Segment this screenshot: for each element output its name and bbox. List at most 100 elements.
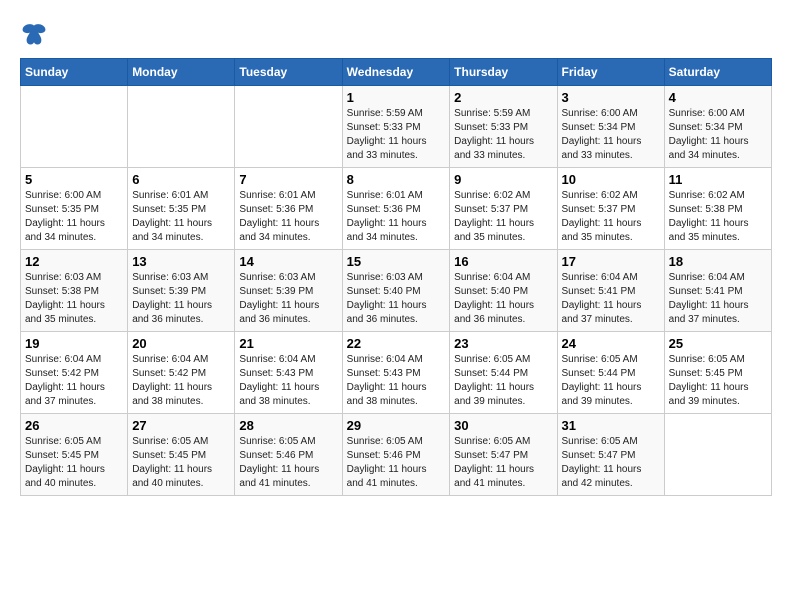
calendar-week-row: 12 Sunrise: 6:03 AMSunset: 5:38 PMDaylig… (21, 250, 772, 332)
calendar-cell: 12 Sunrise: 6:03 AMSunset: 5:38 PMDaylig… (21, 250, 128, 332)
calendar-cell: 9 Sunrise: 6:02 AMSunset: 5:37 PMDayligh… (450, 168, 557, 250)
day-number: 25 (669, 336, 767, 351)
calendar-cell: 29 Sunrise: 6:05 AMSunset: 5:46 PMDaylig… (342, 414, 450, 496)
calendar-cell: 24 Sunrise: 6:05 AMSunset: 5:44 PMDaylig… (557, 332, 664, 414)
calendar-body: 1 Sunrise: 5:59 AMSunset: 5:33 PMDayligh… (21, 86, 772, 496)
weekday-header: Saturday (664, 59, 771, 86)
calendar-header-row: SundayMondayTuesdayWednesdayThursdayFrid… (21, 59, 772, 86)
day-info: Sunrise: 5:59 AMSunset: 5:33 PMDaylight:… (347, 107, 446, 163)
calendar-cell: 31 Sunrise: 6:05 AMSunset: 5:47 PMDaylig… (557, 414, 664, 496)
day-info: Sunrise: 6:01 AMSunset: 5:36 PMDaylight:… (347, 189, 446, 245)
calendar-cell: 22 Sunrise: 6:04 AMSunset: 5:43 PMDaylig… (342, 332, 450, 414)
page-header (20, 20, 772, 48)
day-number: 17 (562, 254, 660, 269)
day-number: 24 (562, 336, 660, 351)
calendar-cell: 14 Sunrise: 6:03 AMSunset: 5:39 PMDaylig… (235, 250, 342, 332)
calendar-cell: 1 Sunrise: 5:59 AMSunset: 5:33 PMDayligh… (342, 86, 450, 168)
day-info: Sunrise: 6:01 AMSunset: 5:36 PMDaylight:… (239, 189, 337, 245)
calendar-cell: 20 Sunrise: 6:04 AMSunset: 5:42 PMDaylig… (128, 332, 235, 414)
weekday-header: Thursday (450, 59, 557, 86)
day-number: 14 (239, 254, 337, 269)
calendar-cell: 6 Sunrise: 6:01 AMSunset: 5:35 PMDayligh… (128, 168, 235, 250)
calendar-cell: 28 Sunrise: 6:05 AMSunset: 5:46 PMDaylig… (235, 414, 342, 496)
day-number: 5 (25, 172, 123, 187)
calendar-cell: 5 Sunrise: 6:00 AMSunset: 5:35 PMDayligh… (21, 168, 128, 250)
day-number: 23 (454, 336, 552, 351)
day-number: 9 (454, 172, 552, 187)
calendar-cell: 16 Sunrise: 6:04 AMSunset: 5:40 PMDaylig… (450, 250, 557, 332)
weekday-header: Tuesday (235, 59, 342, 86)
day-info: Sunrise: 6:04 AMSunset: 5:41 PMDaylight:… (562, 271, 660, 327)
day-info: Sunrise: 6:05 AMSunset: 5:45 PMDaylight:… (25, 435, 123, 491)
day-info: Sunrise: 6:05 AMSunset: 5:44 PMDaylight:… (454, 353, 552, 409)
weekday-header: Friday (557, 59, 664, 86)
day-number: 22 (347, 336, 446, 351)
day-number: 13 (132, 254, 230, 269)
day-info: Sunrise: 6:00 AMSunset: 5:34 PMDaylight:… (669, 107, 767, 163)
calendar-cell: 2 Sunrise: 5:59 AMSunset: 5:33 PMDayligh… (450, 86, 557, 168)
day-number: 4 (669, 90, 767, 105)
day-info: Sunrise: 6:04 AMSunset: 5:41 PMDaylight:… (669, 271, 767, 327)
day-info: Sunrise: 6:05 AMSunset: 5:46 PMDaylight:… (347, 435, 446, 491)
day-number: 21 (239, 336, 337, 351)
calendar-cell: 19 Sunrise: 6:04 AMSunset: 5:42 PMDaylig… (21, 332, 128, 414)
calendar-week-row: 26 Sunrise: 6:05 AMSunset: 5:45 PMDaylig… (21, 414, 772, 496)
calendar-cell (128, 86, 235, 168)
calendar-cell (664, 414, 771, 496)
logo (20, 20, 52, 48)
calendar-cell: 10 Sunrise: 6:02 AMSunset: 5:37 PMDaylig… (557, 168, 664, 250)
day-number: 16 (454, 254, 552, 269)
calendar-cell: 27 Sunrise: 6:05 AMSunset: 5:45 PMDaylig… (128, 414, 235, 496)
calendar-cell: 3 Sunrise: 6:00 AMSunset: 5:34 PMDayligh… (557, 86, 664, 168)
day-number: 27 (132, 418, 230, 433)
day-info: Sunrise: 6:00 AMSunset: 5:34 PMDaylight:… (562, 107, 660, 163)
calendar-week-row: 1 Sunrise: 5:59 AMSunset: 5:33 PMDayligh… (21, 86, 772, 168)
weekday-header: Monday (128, 59, 235, 86)
day-info: Sunrise: 6:02 AMSunset: 5:37 PMDaylight:… (562, 189, 660, 245)
calendar-week-row: 19 Sunrise: 6:04 AMSunset: 5:42 PMDaylig… (21, 332, 772, 414)
day-number: 11 (669, 172, 767, 187)
day-number: 31 (562, 418, 660, 433)
calendar-week-row: 5 Sunrise: 6:00 AMSunset: 5:35 PMDayligh… (21, 168, 772, 250)
calendar-cell (21, 86, 128, 168)
day-number: 1 (347, 90, 446, 105)
day-number: 6 (132, 172, 230, 187)
day-info: Sunrise: 6:05 AMSunset: 5:44 PMDaylight:… (562, 353, 660, 409)
day-number: 29 (347, 418, 446, 433)
calendar-cell: 15 Sunrise: 6:03 AMSunset: 5:40 PMDaylig… (342, 250, 450, 332)
day-info: Sunrise: 6:03 AMSunset: 5:39 PMDaylight:… (132, 271, 230, 327)
calendar-cell (235, 86, 342, 168)
calendar-table: SundayMondayTuesdayWednesdayThursdayFrid… (20, 58, 772, 496)
calendar-cell: 25 Sunrise: 6:05 AMSunset: 5:45 PMDaylig… (664, 332, 771, 414)
calendar-cell: 11 Sunrise: 6:02 AMSunset: 5:38 PMDaylig… (664, 168, 771, 250)
day-number: 26 (25, 418, 123, 433)
day-number: 3 (562, 90, 660, 105)
day-info: Sunrise: 6:05 AMSunset: 5:46 PMDaylight:… (239, 435, 337, 491)
day-info: Sunrise: 6:03 AMSunset: 5:38 PMDaylight:… (25, 271, 123, 327)
calendar-cell: 17 Sunrise: 6:04 AMSunset: 5:41 PMDaylig… (557, 250, 664, 332)
day-info: Sunrise: 6:04 AMSunset: 5:42 PMDaylight:… (25, 353, 123, 409)
calendar-cell: 30 Sunrise: 6:05 AMSunset: 5:47 PMDaylig… (450, 414, 557, 496)
day-info: Sunrise: 6:04 AMSunset: 5:43 PMDaylight:… (239, 353, 337, 409)
day-number: 12 (25, 254, 123, 269)
calendar-cell: 8 Sunrise: 6:01 AMSunset: 5:36 PMDayligh… (342, 168, 450, 250)
weekday-header: Sunday (21, 59, 128, 86)
day-info: Sunrise: 6:01 AMSunset: 5:35 PMDaylight:… (132, 189, 230, 245)
day-number: 2 (454, 90, 552, 105)
calendar-cell: 23 Sunrise: 6:05 AMSunset: 5:44 PMDaylig… (450, 332, 557, 414)
day-info: Sunrise: 6:05 AMSunset: 5:47 PMDaylight:… (562, 435, 660, 491)
day-number: 7 (239, 172, 337, 187)
day-number: 8 (347, 172, 446, 187)
day-number: 15 (347, 254, 446, 269)
day-info: Sunrise: 6:04 AMSunset: 5:42 PMDaylight:… (132, 353, 230, 409)
day-number: 28 (239, 418, 337, 433)
day-number: 19 (25, 336, 123, 351)
day-info: Sunrise: 6:00 AMSunset: 5:35 PMDaylight:… (25, 189, 123, 245)
calendar-cell: 7 Sunrise: 6:01 AMSunset: 5:36 PMDayligh… (235, 168, 342, 250)
calendar-cell: 21 Sunrise: 6:04 AMSunset: 5:43 PMDaylig… (235, 332, 342, 414)
logo-bird-icon (20, 20, 48, 48)
day-number: 20 (132, 336, 230, 351)
day-info: Sunrise: 6:04 AMSunset: 5:43 PMDaylight:… (347, 353, 446, 409)
calendar-cell: 26 Sunrise: 6:05 AMSunset: 5:45 PMDaylig… (21, 414, 128, 496)
day-number: 30 (454, 418, 552, 433)
